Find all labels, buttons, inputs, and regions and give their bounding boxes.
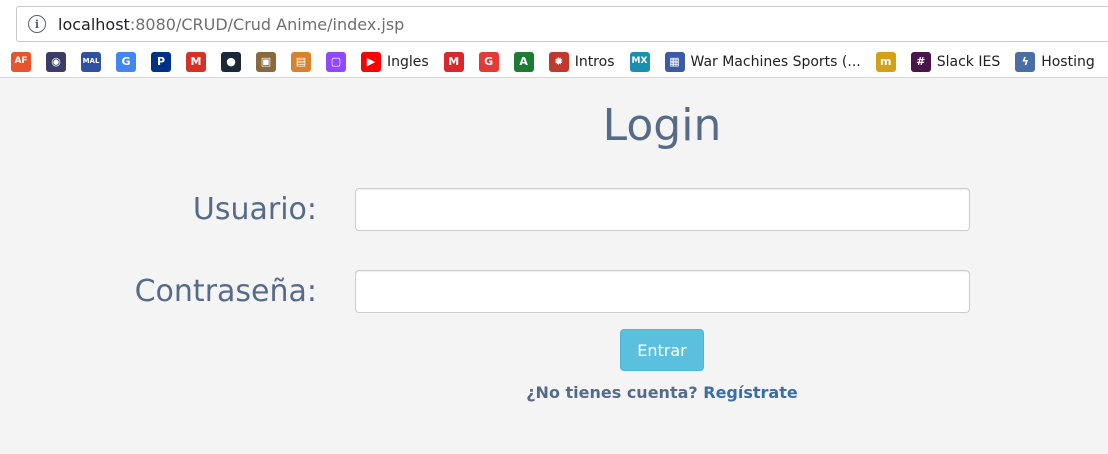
steam-icon: ● (221, 51, 241, 72)
bookmark-item[interactable]: MAL (81, 50, 101, 74)
m-icon: m (875, 51, 896, 72)
username-label: Usuario: (192, 192, 317, 227)
bookmark-item[interactable]: ✹ Intros (548, 50, 615, 74)
url-host: localhost (58, 14, 130, 34)
google-icon: G (116, 51, 136, 72)
browser-toolbar: i localhost:8080/CRUD/Crud Anime/index.j… (0, 0, 1108, 46)
anime-site-icon: ◉ (46, 51, 66, 72)
page-title: Login (602, 100, 722, 151)
gmail-icon: M (186, 51, 206, 72)
bookmark-item[interactable]: MX (629, 50, 650, 74)
bookmark-item[interactable]: ϟ Hosting (1015, 50, 1095, 74)
bookmark-item[interactable]: ▶ Ingles (361, 50, 429, 74)
signup-link[interactable]: Regístrate (703, 383, 797, 402)
bookmark-label: Hosting (1041, 53, 1095, 70)
bookmark-item[interactable]: ◉ (46, 50, 66, 74)
bookmark-item[interactable]: ▦ War Machines Sports (... (664, 50, 861, 74)
mega-icon: M (443, 51, 464, 72)
bookmark-label: Intros (574, 53, 615, 70)
bookmark-item[interactable]: M (186, 50, 206, 74)
slack-icon: # (910, 51, 931, 72)
bookmark-item[interactable]: M (443, 50, 464, 74)
url-path: :8080/CRUD/Crud Anime/index.jsp (129, 14, 405, 34)
bookmark-item[interactable]: AF (11, 50, 31, 74)
login-button[interactable]: Entrar (620, 329, 704, 371)
bookmark-item[interactable]: P (151, 50, 171, 74)
bookmark-item[interactable]: G (478, 50, 499, 74)
red-g-icon: G (478, 51, 499, 72)
username-input[interactable] (355, 188, 970, 231)
youtube-icon: ▶ (361, 51, 381, 72)
bookmark-item[interactable]: ▤ (291, 50, 311, 74)
twitch-icon: ▢ (326, 51, 346, 72)
myanimelist-icon: MAL (81, 51, 101, 72)
bookmark-label: War Machines Sports (... (690, 53, 861, 70)
bookmark-item[interactable]: # Slack IES (910, 50, 1001, 74)
paypal-icon: P (151, 51, 171, 72)
address-bar[interactable]: i localhost:8080/CRUD/Crud Anime/index.j… (16, 6, 1108, 42)
bookmark-item[interactable]: ▢ (326, 50, 346, 74)
trello-icon: ▦ (664, 51, 685, 72)
signup-prompt: ¿No tienes cuenta? Regístrate (0, 383, 1108, 402)
bookmark-item[interactable]: ▣ (256, 50, 276, 74)
animeflv-icon: AF (11, 51, 31, 72)
tracker-icon: ▤ (291, 51, 311, 72)
box-icon: ▣ (256, 51, 276, 72)
password-input[interactable] (355, 270, 970, 313)
bookmark-item[interactable]: A (513, 50, 534, 74)
terminal-icon: A (513, 51, 534, 72)
info-icon[interactable]: i (28, 15, 46, 33)
bookmark-item[interactable]: G (116, 50, 136, 74)
bookmark-label: Ingles (387, 53, 429, 70)
bookmark-label: Slack IES (936, 53, 1001, 70)
bookmarks-bar: AF ◉ MAL G P M ● ▣ ▤ ▢ ▶ Ingles M G A ✹ Intros MX ▦ War Mac… (0, 46, 1108, 78)
url-text[interactable]: localhost:8080/CRUD/Crud Anime/index.jsp (58, 15, 404, 34)
bookmark-item[interactable]: m (875, 50, 896, 74)
hosting-icon: ϟ (1015, 51, 1036, 72)
password-label: Contraseña: (134, 274, 317, 309)
signup-prompt-text: ¿No tienes cuenta? (526, 383, 698, 402)
gear-icon: ✹ (548, 51, 569, 72)
mx-icon: MX (629, 51, 650, 72)
bookmark-item[interactable]: ● (221, 50, 241, 74)
